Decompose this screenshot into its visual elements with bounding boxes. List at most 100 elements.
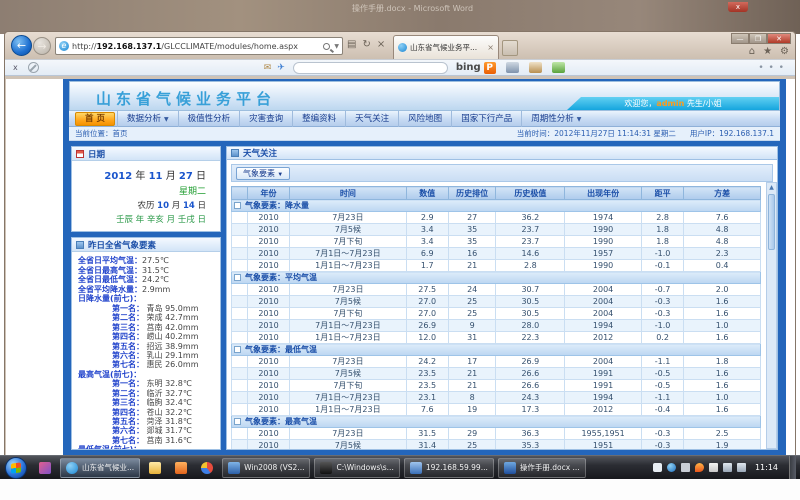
- table-row[interactable]: 20101月1日～7月23日1.7212.81990-0.10.4: [232, 260, 761, 272]
- group-checkbox[interactable]: [234, 202, 241, 209]
- cell: 27.0: [406, 296, 448, 308]
- forward-button[interactable]: →: [33, 37, 51, 55]
- element-dropdown-button[interactable]: 气象要素 ▼: [236, 167, 290, 180]
- mail-icon[interactable]: ✉: [264, 63, 272, 73]
- group-row[interactable]: 气象要素：最高气温: [232, 416, 761, 428]
- plugin-icon[interactable]: [552, 62, 565, 73]
- toolbar-overflow-icon[interactable]: • • •: [758, 63, 785, 73]
- table-row[interactable]: 20107月1日～7月23日23.1824.31994-1.11.0: [232, 392, 761, 404]
- table-row[interactable]: 20107月5候3.43523.719901.84.8: [232, 224, 761, 236]
- nav-item-8[interactable]: 国家下行产品: [451, 111, 521, 127]
- favorites-star-icon[interactable]: ★: [763, 46, 772, 57]
- column-header: 距平: [641, 187, 683, 200]
- pinned-app-icon[interactable]: [34, 458, 56, 478]
- arrow-up-icon[interactable]: [681, 463, 690, 472]
- send-icon[interactable]: ✈: [277, 63, 285, 73]
- table-row[interactable]: 20107月5候27.02530.52004-0.31.6: [232, 296, 761, 308]
- nav-item-6[interactable]: 天气关注: [345, 111, 398, 127]
- table-row[interactable]: 20101月1日～7月23日7.61917.32012-0.41.6: [232, 404, 761, 416]
- toolbar-search-input[interactable]: [293, 62, 448, 74]
- network-icon[interactable]: [723, 463, 732, 472]
- taskbar-round-browser-icon[interactable]: [196, 458, 218, 478]
- browser-tab[interactable]: 山东省气候业务平... ×: [393, 35, 499, 59]
- scroll-thumb[interactable]: [768, 194, 775, 250]
- taskbar-window-button[interactable]: 操作手册.docx ...: [498, 458, 586, 478]
- group-checkbox[interactable]: [234, 346, 241, 353]
- background-close-icon[interactable]: x: [728, 2, 748, 12]
- table-row[interactable]: 20107月1日～7月23日6.91614.61957-1.02.3: [232, 248, 761, 260]
- snapshot-icon[interactable]: [506, 62, 519, 73]
- nav-item-1[interactable]: 首 页: [75, 112, 115, 126]
- close-button[interactable]: ✕: [767, 33, 791, 44]
- table-row[interactable]: 20107月1日～7月23日26.9928.01994-1.01.0: [232, 320, 761, 332]
- table-row[interactable]: 20107月23日27.52430.72004-0.72.0: [232, 284, 761, 296]
- nav-item-7[interactable]: 风险地图: [398, 111, 451, 127]
- cell: 2012: [565, 332, 642, 344]
- table-row[interactable]: 20101月1日～7月23日12.03122.320120.21.6: [232, 332, 761, 344]
- cell: 14.6: [496, 248, 565, 260]
- nav-item-2[interactable]: 数据分析▼: [117, 111, 178, 127]
- group-checkbox[interactable]: [234, 418, 241, 425]
- settings-gear-icon[interactable]: ⚙: [780, 46, 789, 57]
- new-tab-button[interactable]: [502, 40, 518, 56]
- blocker-icon[interactable]: [28, 62, 39, 73]
- row-lead-cell: [232, 356, 248, 368]
- maximize-button[interactable]: ❐: [749, 33, 767, 44]
- group-row[interactable]: 气象要素：平均气温: [232, 272, 761, 284]
- message-icon[interactable]: [667, 463, 676, 472]
- page-viewport: 山东省气候业务平台 欢迎您，admin 先生/小姐 首 页数据分析▼极值性分析灾…: [6, 79, 795, 455]
- taskbar-clock[interactable]: 11:14: [755, 463, 778, 472]
- tab-close-icon[interactable]: ×: [487, 43, 494, 52]
- taskbar-window-button[interactable]: C:\Windows\s...: [314, 458, 399, 478]
- table-row[interactable]: 20107月下旬27.02530.52004-0.31.6: [232, 308, 761, 320]
- table-row[interactable]: 20107月下旬23.52126.61991-0.51.6: [232, 380, 761, 392]
- nav-item-5[interactable]: 整编资料: [292, 111, 345, 127]
- cell: 1.8: [641, 236, 683, 248]
- cell: 2010: [247, 248, 289, 260]
- calendar-ganzhi: 壬辰 年 辛亥 月 壬戌 日: [76, 213, 206, 225]
- search-icon[interactable]: [323, 43, 330, 50]
- show-desktop-button[interactable]: [789, 456, 796, 480]
- ime-badge[interactable]: [653, 463, 662, 472]
- table-row[interactable]: 20107月5候23.52126.61991-0.51.6: [232, 368, 761, 380]
- minimize-button[interactable]: —: [731, 33, 749, 44]
- cell: 27.0: [406, 308, 448, 320]
- cell: 2010: [247, 392, 289, 404]
- cell: 3.4: [406, 224, 448, 236]
- table-row[interactable]: 20107月23日31.52936.31955,1951-0.32.5: [232, 428, 761, 440]
- table-row[interactable]: 20107月5候31.42535.31951-0.31.9: [232, 440, 761, 451]
- start-button[interactable]: [5, 457, 27, 479]
- taskbar-orange-app-icon[interactable]: [170, 458, 192, 478]
- search-dropdown-icon[interactable]: ▼: [334, 43, 339, 50]
- scroll-up-icon[interactable]: ▲: [767, 183, 776, 193]
- nav-item-4[interactable]: 灾害查询: [239, 111, 292, 127]
- nav-item-3[interactable]: 极值性分析: [178, 111, 240, 127]
- volume-icon[interactable]: [737, 463, 746, 472]
- taskbar-window-button[interactable]: 山东省气候业...: [60, 458, 140, 478]
- taskbar-window-button[interactable]: 192.168.59.99...: [404, 458, 494, 478]
- compatibility-icon[interactable]: ▤: [347, 39, 356, 50]
- home-icon[interactable]: ⌂: [749, 46, 755, 57]
- bing-badge-icon[interactable]: P: [484, 62, 496, 74]
- rank-value: 莒南 31.6℃: [144, 436, 192, 445]
- flag-icon[interactable]: [709, 463, 718, 472]
- rank-item: 第六名： 乳山 29.1mm: [78, 351, 218, 360]
- taskbar-explorer-icon[interactable]: [144, 458, 166, 478]
- back-button[interactable]: ←: [11, 35, 32, 56]
- table-scrollbar[interactable]: ▲: [766, 182, 777, 449]
- group-row[interactable]: 气象要素：降水量: [232, 200, 761, 212]
- group-checkbox[interactable]: [234, 274, 241, 281]
- table-row[interactable]: 20107月23日2.92736.219742.87.6: [232, 212, 761, 224]
- table-row[interactable]: 20107月23日24.21726.92004-1.11.8: [232, 356, 761, 368]
- pet-tool-icon[interactable]: [529, 62, 542, 73]
- address-bar[interactable]: e http://192.168.137.1/GLCCLIMATE/module…: [55, 37, 343, 55]
- group-row[interactable]: 气象要素：最低气温: [232, 344, 761, 356]
- taskbar-window-button[interactable]: Win2008 (VS2...: [222, 458, 310, 478]
- flame-icon[interactable]: [695, 463, 704, 472]
- table-row[interactable]: 20107月下旬3.43523.719901.84.8: [232, 236, 761, 248]
- refresh-icon[interactable]: ↻: [362, 39, 370, 50]
- stop-icon[interactable]: ×: [377, 39, 385, 50]
- cell: -0.5: [641, 368, 683, 380]
- nav-item-9[interactable]: 周期性分析▼: [521, 111, 590, 127]
- addon-close-icon[interactable]: x: [13, 63, 18, 72]
